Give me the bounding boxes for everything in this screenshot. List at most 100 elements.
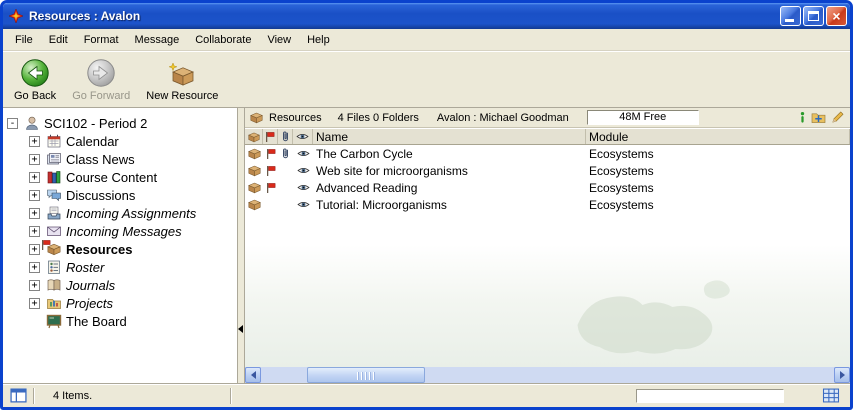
menu-file[interactable]: File [7, 31, 41, 49]
tree-item-roster[interactable]: + Roster [3, 258, 237, 276]
maximize-button[interactable] [803, 6, 824, 26]
tree-item-the-board[interactable]: The Board [3, 312, 237, 330]
tree-item-resources[interactable]: + Resources [3, 240, 237, 258]
tree-item-label: The Board [66, 314, 127, 329]
column-name[interactable]: Name [313, 129, 586, 144]
minimize-button[interactable] [780, 6, 801, 26]
resources-box-icon [45, 241, 62, 257]
edit-pencil-icon[interactable] [831, 111, 844, 124]
new-resource-button[interactable]: New Resource [139, 55, 225, 105]
file-module: Ecosystems [586, 145, 850, 162]
menu-edit[interactable]: Edit [41, 31, 76, 49]
go-forward-label: Go Forward [72, 90, 130, 102]
arrow-left-icon [251, 371, 256, 379]
tree-item-label: Journals [66, 278, 115, 293]
close-button[interactable]: × [826, 6, 847, 26]
table-row[interactable]: Web site for microorganisms Ecosystems [245, 162, 850, 179]
scrollbar-track[interactable] [261, 367, 834, 383]
go-back-label: Go Back [14, 90, 56, 102]
table-row[interactable]: Advanced Reading Ecosystems [245, 179, 850, 196]
file-name[interactable]: The Carbon Cycle [313, 145, 586, 162]
expand-plus-icon[interactable]: + [29, 154, 40, 165]
table-column-header: Name Module [245, 128, 850, 145]
expand-plus-icon[interactable]: + [29, 226, 40, 237]
discussions-icon [45, 187, 62, 203]
column-attachment[interactable] [278, 129, 293, 144]
scroll-left-button[interactable] [245, 367, 261, 383]
tree-item-journals[interactable]: + Journals [3, 276, 237, 294]
expand-plus-icon[interactable]: + [29, 208, 40, 219]
tree-root-sci102[interactable]: - SCI102 - Period 2 [3, 114, 237, 132]
app-icon [8, 8, 24, 24]
flag-icon [263, 179, 278, 196]
minimize-icon [785, 19, 794, 22]
resource-box-icon [245, 145, 263, 162]
collapse-minus-icon[interactable]: - [7, 118, 18, 129]
window-title: Resources : Avalon [29, 9, 778, 23]
books-icon [45, 169, 62, 185]
scroll-right-button[interactable] [834, 367, 850, 383]
splitter-collapse-arrow-icon[interactable] [238, 325, 243, 333]
tree-item-label: Class News [66, 152, 135, 167]
tree-item-incoming-messages[interactable]: + Incoming Messages [3, 222, 237, 240]
tree-item-label: Incoming Assignments [66, 206, 196, 221]
tree-item-label: Projects [66, 296, 113, 311]
paperclip-icon [278, 145, 293, 162]
go-forward-button[interactable]: Go Forward [65, 55, 137, 105]
go-back-button[interactable]: Go Back [7, 55, 63, 105]
tree-item-calendar[interactable]: + Calendar [3, 132, 237, 150]
progress-indicator [636, 389, 784, 403]
expand-plus-icon[interactable]: + [29, 262, 40, 273]
menu-help[interactable]: Help [299, 31, 338, 49]
eye-icon [293, 196, 313, 213]
view-grid-icon[interactable] [822, 388, 840, 403]
tree-item-course-content[interactable]: + Course Content [3, 168, 237, 186]
new-folder-icon[interactable] [811, 111, 826, 124]
app-window: Resources : Avalon × File Edit Format Me… [0, 0, 853, 410]
file-module: Ecosystems [586, 179, 850, 196]
tree-item-discussions[interactable]: + Discussions [3, 186, 237, 204]
file-module: Ecosystems [586, 196, 850, 213]
column-viewed[interactable] [293, 129, 313, 144]
table-row[interactable]: The Carbon Cycle Ecosystems [245, 145, 850, 162]
file-name[interactable]: Web site for microorganisms [313, 162, 586, 179]
menu-collaborate[interactable]: Collaborate [187, 31, 259, 49]
eye-icon [296, 132, 309, 141]
new-resource-icon [166, 58, 198, 88]
resources-box-icon [250, 111, 263, 124]
new-resource-label: New Resource [146, 90, 218, 102]
expand-plus-icon[interactable]: + [29, 136, 40, 147]
panel-toggle-icon[interactable] [10, 388, 27, 403]
tree-item-label: Roster [66, 260, 104, 275]
go-forward-icon [86, 58, 116, 88]
map-watermark [545, 265, 760, 365]
column-item-type[interactable] [245, 129, 263, 144]
titlebar[interactable]: Resources : Avalon × [3, 3, 850, 29]
tree-item-projects[interactable]: + Projects [3, 294, 237, 312]
file-name[interactable]: Advanced Reading [313, 179, 586, 196]
column-flag[interactable] [263, 129, 278, 144]
menu-format[interactable]: Format [76, 31, 127, 49]
panel-splitter[interactable] [237, 108, 245, 383]
menubar: File Edit Format Message Collaborate Vie… [3, 29, 850, 51]
expand-plus-icon[interactable]: + [29, 190, 40, 201]
expand-plus-icon[interactable]: + [29, 244, 40, 255]
horizontal-scrollbar[interactable] [245, 367, 850, 383]
menu-message[interactable]: Message [127, 31, 188, 49]
resource-box-icon [245, 196, 263, 213]
resource-box-icon [245, 179, 263, 196]
expand-plus-icon[interactable]: + [29, 298, 40, 309]
expand-plus-icon[interactable]: + [29, 280, 40, 291]
eye-icon [293, 145, 313, 162]
file-name[interactable]: Tutorial: Microorganisms [313, 196, 586, 213]
tree-item-class-news[interactable]: + Class News [3, 150, 237, 168]
info-icon[interactable] [799, 111, 806, 124]
column-module[interactable]: Module [586, 129, 850, 144]
tree-item-incoming-assignments[interactable]: + Incoming Assignments [3, 204, 237, 222]
table-row[interactable]: Tutorial: Microorganisms Ecosystems [245, 196, 850, 213]
scrollbar-thumb[interactable] [307, 367, 425, 383]
eye-icon [293, 162, 313, 179]
inbox-icon [45, 205, 62, 221]
expand-plus-icon[interactable]: + [29, 172, 40, 183]
menu-view[interactable]: View [259, 31, 299, 49]
